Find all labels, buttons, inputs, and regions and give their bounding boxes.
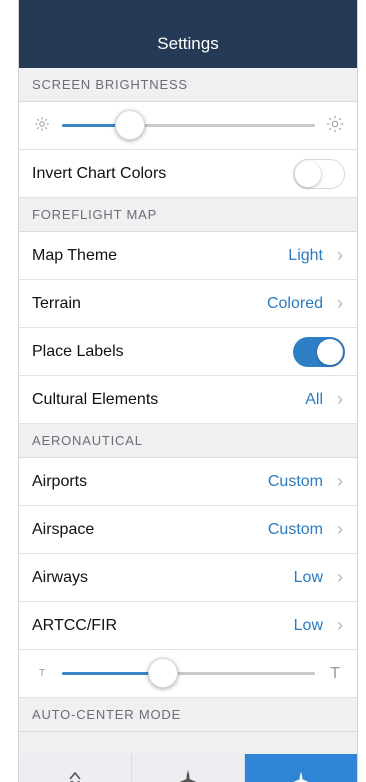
airports-value: Custom <box>267 472 323 490</box>
text-size-slider-thumb[interactable] <box>148 658 179 688</box>
invert-chart-colors-toggle[interactable] <box>293 158 345 189</box>
artcc-fir-label: ARTCC/FIR <box>32 616 118 634</box>
place-labels-toggle[interactable] <box>293 336 345 367</box>
toggle-knob <box>295 160 321 187</box>
chevron-right-icon: › <box>337 293 343 313</box>
text-size-slider[interactable] <box>62 658 315 688</box>
brightness-slider-thumb[interactable] <box>115 110 146 140</box>
section-header-screen-brightness: SCREEN BRIGHTNESS <box>19 68 357 102</box>
text-size-slider-row: T T <box>19 650 357 698</box>
terrain-value: Colored <box>266 294 323 312</box>
map-theme-label: Map Theme <box>32 246 118 264</box>
airports-label: Airports <box>32 472 88 490</box>
background-right-edge <box>358 0 366 782</box>
settings-panel: Settings SCREEN BRIGHTNESS Invert Chart … <box>18 0 358 782</box>
map-theme-row[interactable]: Map Theme Light › <box>19 232 357 280</box>
map-theme-value: Light <box>288 246 323 264</box>
track-up-icon <box>175 768 201 782</box>
airways-row[interactable]: Airways Low › <box>19 554 357 602</box>
place-labels-label: Place Labels <box>32 342 124 360</box>
settings-screen: Settings SCREEN BRIGHTNESS Invert Chart … <box>0 0 366 782</box>
cultural-elements-label: Cultural Elements <box>32 390 159 408</box>
page-title: Settings <box>157 34 219 53</box>
heading-up-button[interactable] <box>245 754 357 782</box>
auto-center-mode-control: N <box>19 732 357 782</box>
brightness-slider[interactable] <box>62 110 315 140</box>
north-up-button[interactable]: N <box>19 754 132 782</box>
track-up-button[interactable] <box>132 754 245 782</box>
airspace-value: Custom <box>267 520 323 538</box>
cultural-elements-row[interactable]: Cultural Elements All › <box>19 376 357 424</box>
sun-large-icon <box>325 115 345 136</box>
background-left-edge <box>0 0 18 782</box>
airways-value: Low <box>293 568 323 586</box>
airports-row[interactable]: Airports Custom › <box>19 458 357 506</box>
chevron-right-icon: › <box>337 389 343 409</box>
place-labels-row: Place Labels <box>19 328 357 376</box>
north-up-icon: N <box>69 772 81 782</box>
chevron-right-icon: › <box>337 471 343 491</box>
terrain-label: Terrain <box>32 294 81 312</box>
sun-small-icon <box>32 116 52 135</box>
chevron-right-icon: › <box>337 615 343 635</box>
text-large-icon: T <box>330 664 340 682</box>
toggle-knob <box>317 338 343 365</box>
section-header-foreflight-map: FOREFLIGHT MAP <box>19 198 357 232</box>
heading-up-icon <box>290 770 312 782</box>
chevron-right-icon: › <box>337 245 343 265</box>
text-small-icon: T <box>38 668 46 679</box>
chevron-right-icon: › <box>337 519 343 539</box>
section-header-auto-center-mode: AUTO-CENTER MODE <box>19 698 357 732</box>
airspace-row[interactable]: Airspace Custom › <box>19 506 357 554</box>
artcc-fir-value: Low <box>293 616 323 634</box>
section-header-aeronautical: AERONAUTICAL <box>19 424 357 458</box>
chevron-right-icon: › <box>337 567 343 587</box>
airways-label: Airways <box>32 568 89 586</box>
brightness-slider-row <box>19 102 357 150</box>
title-bar: Settings <box>19 0 357 68</box>
invert-chart-colors-row: Invert Chart Colors <box>19 150 357 198</box>
airspace-label: Airspace <box>32 520 95 538</box>
cultural-elements-value: All <box>305 390 323 408</box>
terrain-row[interactable]: Terrain Colored › <box>19 280 357 328</box>
artcc-fir-row[interactable]: ARTCC/FIR Low › <box>19 602 357 650</box>
invert-chart-colors-label: Invert Chart Colors <box>32 164 167 182</box>
